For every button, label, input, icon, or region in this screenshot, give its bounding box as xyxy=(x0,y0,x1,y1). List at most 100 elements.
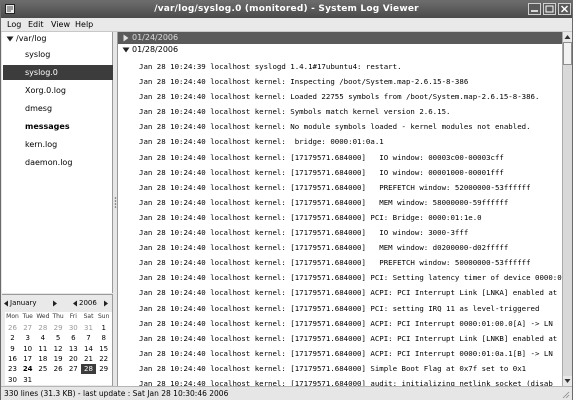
calendar-day[interactable]: 30 xyxy=(5,375,20,385)
calendar-day[interactable]: 11 xyxy=(35,344,50,354)
previous-year-icon[interactable] xyxy=(72,300,78,307)
calendar-day[interactable]: 23 xyxy=(5,364,20,374)
log-line[interactable]: Jan 28 10:24:40 localhost kernel: No mod… xyxy=(139,119,562,134)
log-group-date: 01/28/2006 xyxy=(132,45,179,54)
calendar-day[interactable]: 9 xyxy=(5,344,20,354)
log-line[interactable]: Jan 28 10:24:40 localhost kernel: [17179… xyxy=(139,150,562,165)
log-viewer-window: /var/log/syslog.0 (monitored) - System L… xyxy=(0,0,573,400)
calendar-weekday-header: Mon Tue Wed Thu Fri Sat Sun xyxy=(5,312,112,322)
calendar-day[interactable]: 10 xyxy=(20,344,35,354)
calendar-day[interactable]: 20 xyxy=(66,354,81,364)
scroll-down-icon[interactable] xyxy=(563,376,572,386)
calendar-day[interactable]: 15 xyxy=(96,344,111,354)
log-line[interactable]: Jan 28 10:24:40 localhost kernel: [17179… xyxy=(139,165,562,180)
log-line[interactable]: Jan 28 10:24:40 localhost kernel: [17179… xyxy=(139,346,562,361)
log-line[interactable]: Jan 28 10:24:40 localhost kernel: [17179… xyxy=(139,301,562,316)
log-file-item[interactable]: messages xyxy=(3,119,113,134)
previous-month-icon[interactable] xyxy=(3,300,9,307)
menu-help[interactable]: Help xyxy=(75,20,93,29)
log-group-row[interactable]: 01/24/2006 xyxy=(118,32,562,44)
calendar-day[interactable]: 24 xyxy=(20,364,35,374)
calendar-day[interactable]: 27 xyxy=(66,364,81,374)
calendar-day[interactable]: 26 xyxy=(5,323,20,333)
calendar-day[interactable]: 17 xyxy=(20,354,35,364)
calendar-widget: January 2006 Mon Tue Wed Thu Fri Sat Sun 26 27 2… xyxy=(2,294,113,386)
calendar-day[interactable]: 19 xyxy=(51,354,66,364)
close-icon[interactable] xyxy=(558,3,571,15)
calendar-day[interactable]: 31 xyxy=(81,323,96,333)
log-file-item[interactable]: Xorg.0.log xyxy=(3,83,113,98)
log-line[interactable]: Jan 28 10:24:40 localhost kernel: bridge… xyxy=(139,134,562,149)
calendar-day[interactable]: 2 xyxy=(5,333,20,343)
title-bar[interactable]: /var/log/syslog.0 (monitored) - System L… xyxy=(1,1,572,18)
calendar-day[interactable]: 31 xyxy=(20,375,35,385)
log-line[interactable]: Jan 28 10:24:40 localhost kernel: [17179… xyxy=(139,255,562,270)
log-line[interactable]: Jan 28 10:24:40 localhost kernel: [17179… xyxy=(139,195,562,210)
calendar-day[interactable]: 14 xyxy=(81,344,96,354)
calendar-day[interactable]: 18 xyxy=(35,354,50,364)
calendar-day[interactable]: 21 xyxy=(81,354,96,364)
calendar-day[interactable]: 22 xyxy=(96,354,111,364)
calendar-day[interactable]: 28 xyxy=(81,364,96,375)
expander-right-icon[interactable] xyxy=(122,34,130,42)
expander-down-icon[interactable] xyxy=(6,35,14,43)
log-line[interactable]: Jan 28 10:24:40 localhost kernel: [17179… xyxy=(139,316,562,331)
calendar-day[interactable]: 12 xyxy=(51,344,66,354)
log-file-item[interactable]: syslog.0 xyxy=(3,65,113,80)
log-group-row[interactable]: 01/28/2006 xyxy=(118,44,562,56)
next-year-icon[interactable] xyxy=(103,300,109,307)
calendar-day[interactable]: 8 xyxy=(96,333,111,343)
calendar-day[interactable]: 13 xyxy=(66,344,81,354)
scrollbar-thumb[interactable] xyxy=(563,42,572,66)
log-line[interactable]: Jan 28 10:24:40 localhost kernel: [17179… xyxy=(139,285,562,300)
log-line[interactable]: Jan 28 10:24:40 localhost kernel: [17179… xyxy=(139,270,562,285)
weekday-label: Tue xyxy=(22,313,33,320)
calendar-day[interactable]: 27 xyxy=(20,323,35,333)
log-line[interactable]: Jan 28 10:24:40 localhost kernel: [17179… xyxy=(139,376,562,386)
log-line[interactable]: Jan 28 10:24:40 localhost kernel: [17179… xyxy=(139,180,562,195)
calendar-day[interactable]: 1 xyxy=(96,323,111,333)
resize-grip-icon[interactable] xyxy=(560,389,570,399)
log-file-list: /var/log syslog syslog.0 Xorg.0.log dmesg me… xyxy=(2,32,113,293)
log-file-item[interactable]: dmesg xyxy=(3,101,113,116)
menu-edit[interactable]: Edit xyxy=(28,20,44,29)
calendar-day[interactable]: 30 xyxy=(66,323,81,333)
next-month-icon[interactable] xyxy=(52,300,58,307)
calendar-month: January xyxy=(10,299,37,307)
log-line[interactable]: Jan 28 10:24:40 localhost kernel: [17179… xyxy=(139,210,562,225)
expander-down-icon[interactable] xyxy=(122,46,130,54)
calendar-day[interactable]: 4 xyxy=(35,333,50,343)
log-file-item[interactable]: kern.log xyxy=(3,137,113,152)
log-line[interactable]: Jan 28 10:24:40 localhost kernel: [17179… xyxy=(139,225,562,240)
weekday-label: Sat xyxy=(83,313,94,320)
calendar-day[interactable]: 5 xyxy=(51,333,66,343)
calendar-day[interactable]: 26 xyxy=(51,364,66,374)
maximize-icon[interactable] xyxy=(543,3,556,15)
minimize-icon[interactable] xyxy=(528,3,541,15)
scroll-up-icon[interactable] xyxy=(563,32,572,42)
log-file-item[interactable]: daemon.log xyxy=(3,155,113,170)
menu-view[interactable]: View xyxy=(51,20,70,29)
log-line[interactable]: Jan 28 10:24:40 localhost kernel: Inspec… xyxy=(139,74,562,89)
log-line[interactable]: Jan 28 10:24:40 localhost kernel: Symbol… xyxy=(139,104,562,119)
weekday-label: Mon xyxy=(6,313,19,320)
calendar-day[interactable]: 7 xyxy=(81,333,96,343)
calendar-day[interactable]: 25 xyxy=(35,364,50,374)
weekday-label: Wed xyxy=(36,313,50,320)
log-line[interactable]: Jan 28 10:24:40 localhost kernel: Loaded… xyxy=(139,89,562,104)
calendar-day[interactable]: 29 xyxy=(51,323,66,333)
vertical-scrollbar[interactable] xyxy=(562,32,572,386)
log-line[interactable]: Jan 28 10:24:40 localhost kernel: [17179… xyxy=(139,331,562,346)
calendar-day[interactable]: 28 xyxy=(35,323,50,333)
calendar-day[interactable]: 29 xyxy=(96,364,111,374)
log-file-item[interactable]: syslog xyxy=(3,47,113,62)
calendar-day[interactable]: 6 xyxy=(66,333,81,343)
weekday-label: Sun xyxy=(97,313,110,320)
log-line[interactable]: Jan 28 10:24:39 localhost syslogd 1.4.1#… xyxy=(139,59,562,74)
log-line[interactable]: Jan 28 10:24:40 localhost kernel: [17179… xyxy=(139,240,562,255)
calendar-day[interactable]: 16 xyxy=(5,354,20,364)
menu-log[interactable]: Log xyxy=(7,20,21,29)
log-line[interactable]: Jan 28 10:24:40 localhost kernel: [17179… xyxy=(139,361,562,376)
calendar-day[interactable]: 3 xyxy=(20,333,35,343)
tree-root-var-log[interactable]: /var/log xyxy=(6,34,111,46)
